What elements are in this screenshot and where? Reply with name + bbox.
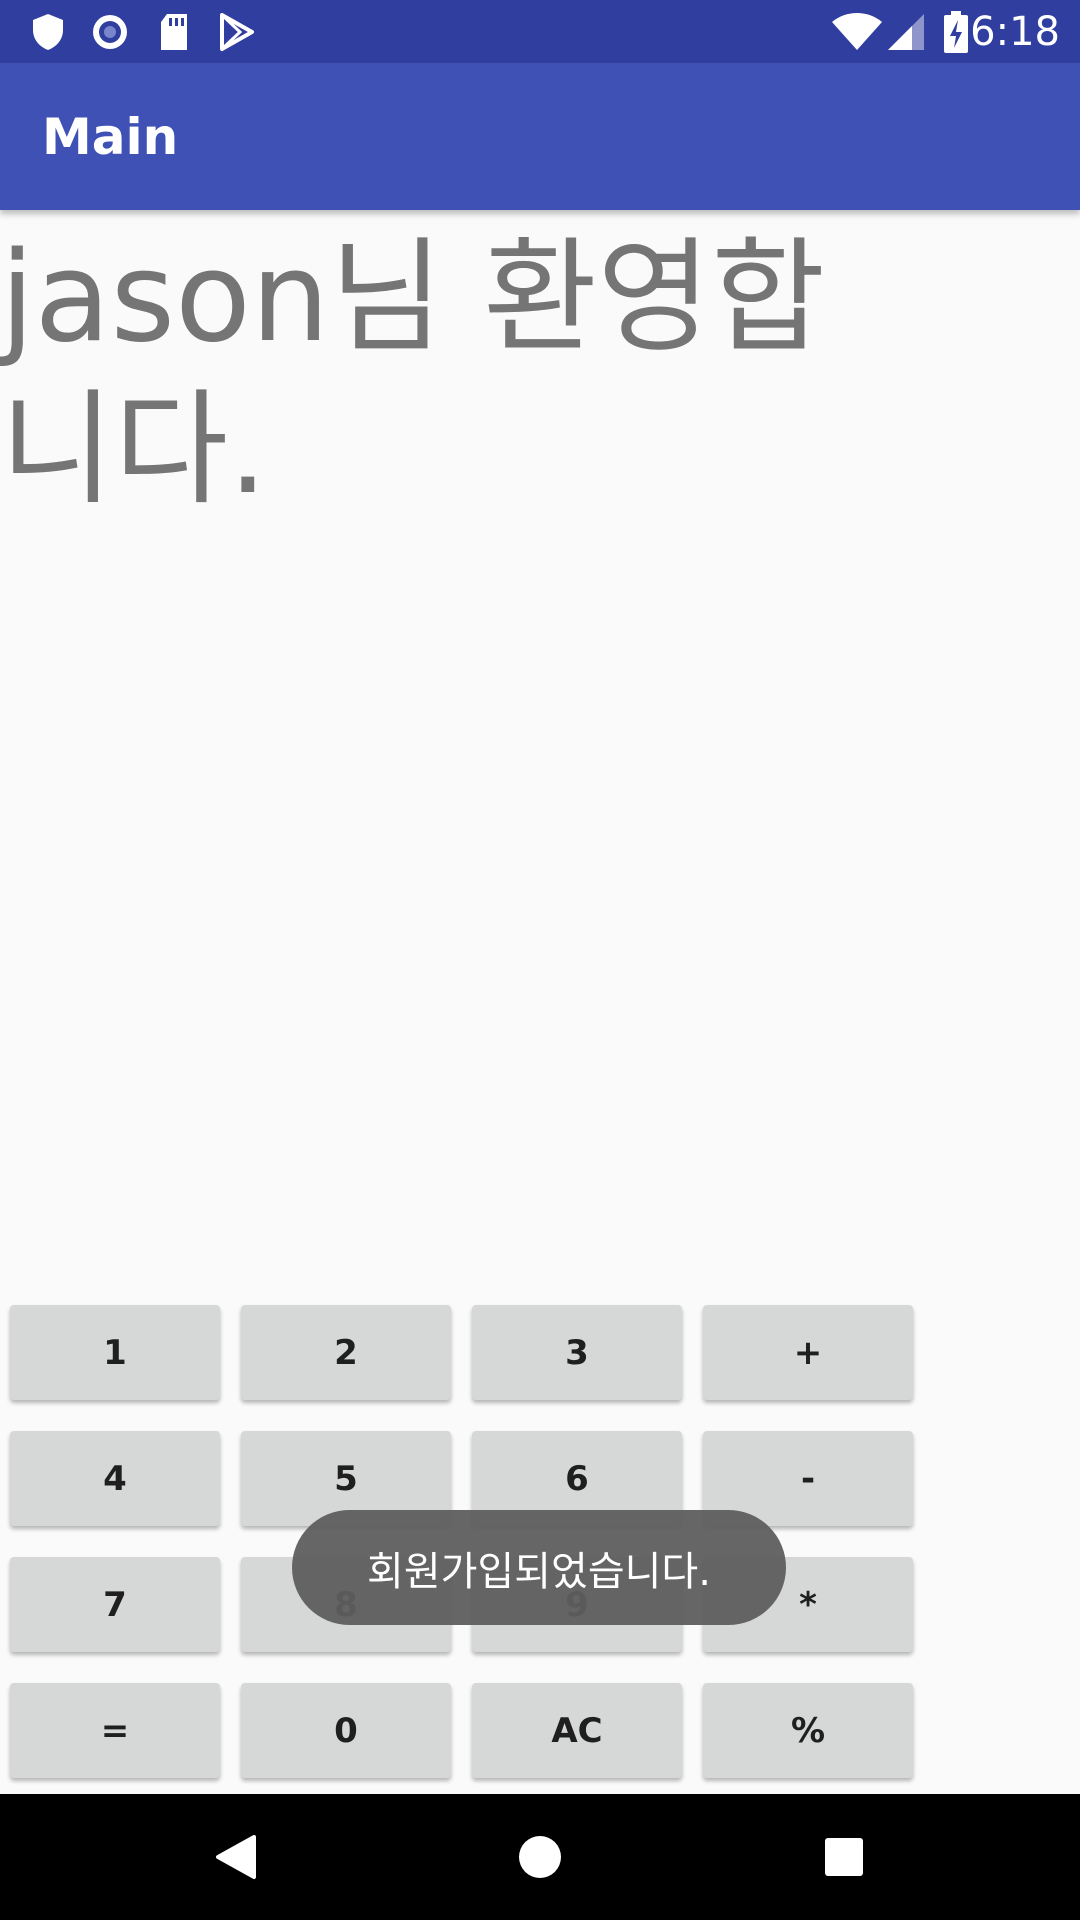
app-title: Main [42,108,179,166]
back-icon[interactable] [206,1827,266,1887]
key-equals-button[interactable]: = [10,1683,220,1778]
app-bar: Main [0,63,1080,210]
home-icon[interactable] [510,1827,570,1887]
key-2-button[interactable]: 2 [241,1305,451,1400]
key-0-button[interactable]: 0 [241,1683,451,1778]
key-7-button[interactable]: 7 [10,1557,220,1652]
status-time: 6:18 [970,9,1060,55]
key-3-button[interactable]: 3 [472,1305,682,1400]
vpn-circle-icon [88,10,132,54]
play-store-icon [214,10,258,54]
key-clear-button[interactable]: AC [472,1683,682,1778]
key-1-button[interactable]: 1 [10,1305,220,1400]
key-percent-button[interactable]: % [703,1683,913,1778]
welcome-text: jason님 환영합니다. [0,226,826,522]
screen: 6:18 Main jason님 환영합니다. 1 2 3 + 4 5 6 - … [0,0,1080,1920]
key-plus-button[interactable]: + [703,1305,913,1400]
recents-icon[interactable] [814,1827,874,1887]
toast-message: 회원가입되었습니다. [292,1510,786,1625]
shield-icon [26,10,70,54]
wifi-icon [830,10,884,54]
key-4-button[interactable]: 4 [10,1431,220,1526]
navigation-bar [0,1794,1080,1920]
sd-card-icon [152,10,196,54]
signal-icon [884,10,928,54]
status-bar: 6:18 [0,0,1080,63]
